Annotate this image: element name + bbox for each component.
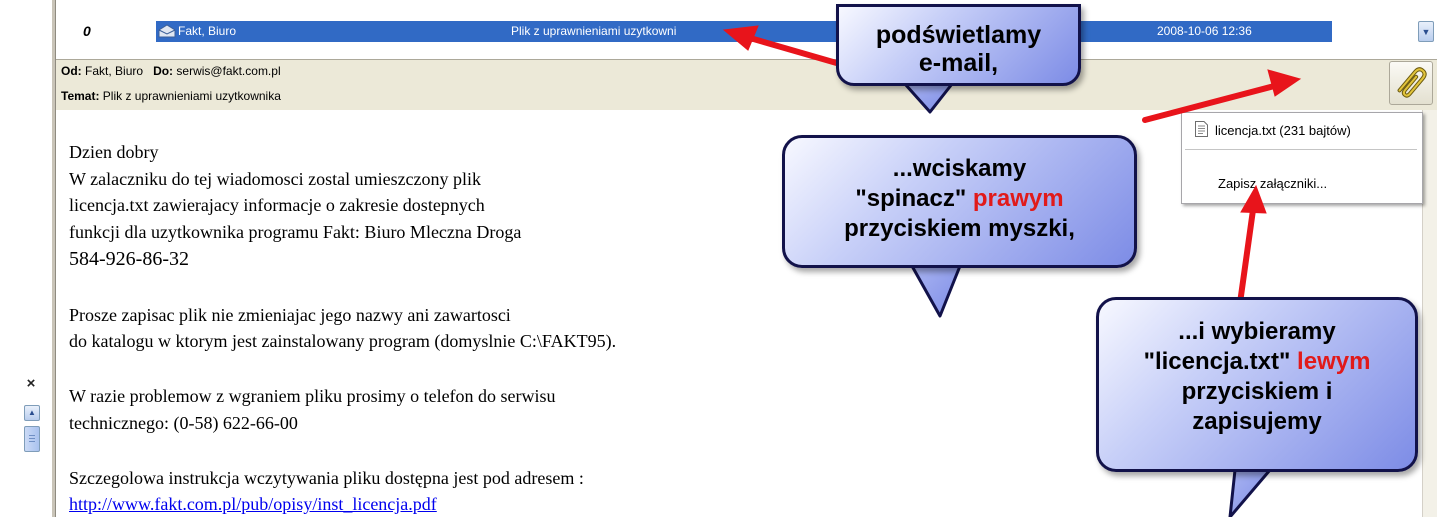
body-scrollbar[interactable] [1422,110,1437,517]
header-from-to: Od: Fakt, Biuro Do: serwis@fakt.com.pl [61,64,281,78]
body-line: Prosze zapisac plik nie zmieniajac jego … [69,305,511,325]
instruction-link[interactable]: http://www.fakt.com.pl/pub/opisy/inst_li… [69,494,437,514]
body-line: technicznego: (0-58) 622-66-00 [69,413,298,433]
callout-text: podświetlamy [875,21,1042,49]
body-line: 584-926-86-32 [69,248,189,270]
to-value: serwis@fakt.com.pl [176,64,281,78]
body-line: funkcji dla uzytkownika programu Fakt: B… [69,222,522,242]
body-line: Dzien dobry [69,142,159,162]
subject-value: Plik z uprawnieniami uzytkownika [102,89,281,103]
message-subject: Plik z uprawnieniami uzytkowni [511,24,677,38]
attachments-button[interactable] [1389,61,1433,105]
subject-label: Temat: [61,89,100,103]
menu-item-save-attachments[interactable]: Zapisz załączniki... [1218,176,1327,191]
body-line: Szczegolowa instrukcja wczytywania pliku… [69,468,584,488]
paperclip-icon [1397,67,1427,98]
scroll-up-icon[interactable]: ▲ [24,405,40,421]
scroll-thumb[interactable] [24,426,40,452]
callout-text: ...i wybieramy [1178,318,1336,345]
body-line: do katalogu w ktorym jest zainstalowany … [69,331,617,351]
callout-text: przyciskiem i [1181,378,1333,405]
envelope-icon [158,24,176,38]
message-date: 2008-10-06 12:36 [1157,24,1252,38]
callout-select-licencja: ...i wybieramy "licencja.txt" lewym przy… [1096,297,1418,472]
header-subject: Temat: Plik z uprawnieniami uzytkownika [61,89,281,103]
from-value: Fakt, Biuro [85,64,144,78]
callout-text: "spinacz" [855,185,973,212]
callout-highlight-email: podświetlamy e-mail, [836,4,1081,86]
callout-text: przyciskiem myszki, [844,215,1075,242]
menu-separator [1185,149,1417,150]
callout-highlight: prawym [972,185,1064,212]
body-line: W razie problemow z wgraniem pliku prosi… [69,386,556,406]
callout-highlight: lewym [1297,348,1371,375]
callout-click-paperclip: ...wciskamy "spinacz" prawym przyciskiem… [782,135,1137,268]
callout-text: ...wciskamy [892,155,1027,182]
close-icon[interactable]: × [22,376,40,392]
menu-item-licencja[interactable]: licencja.txt (231 bajtów) [1215,123,1351,138]
from-label: Od: [61,64,82,78]
attachment-column-icon: 0 [83,23,91,39]
body-line: W zalaczniku do tej wiadomosci zostal um… [69,169,482,189]
message-sender: Fakt, Biuro [178,24,237,38]
callout-text: e-mail, [918,49,999,77]
selected-message-highlight[interactable] [156,21,1332,42]
body-link[interactable]: http://www.fakt.com.pl/pub/opisy/inst_li… [69,494,437,515]
callout-text: "licencja.txt" [1143,348,1298,375]
callout-text: zapisujemy [1192,408,1322,435]
text-file-icon [1195,121,1208,137]
to-label: Do: [153,64,174,78]
chevron-down-icon[interactable]: ▼ [1418,21,1434,42]
body-line: licencja.txt zawierajacy informacje o za… [69,195,485,215]
